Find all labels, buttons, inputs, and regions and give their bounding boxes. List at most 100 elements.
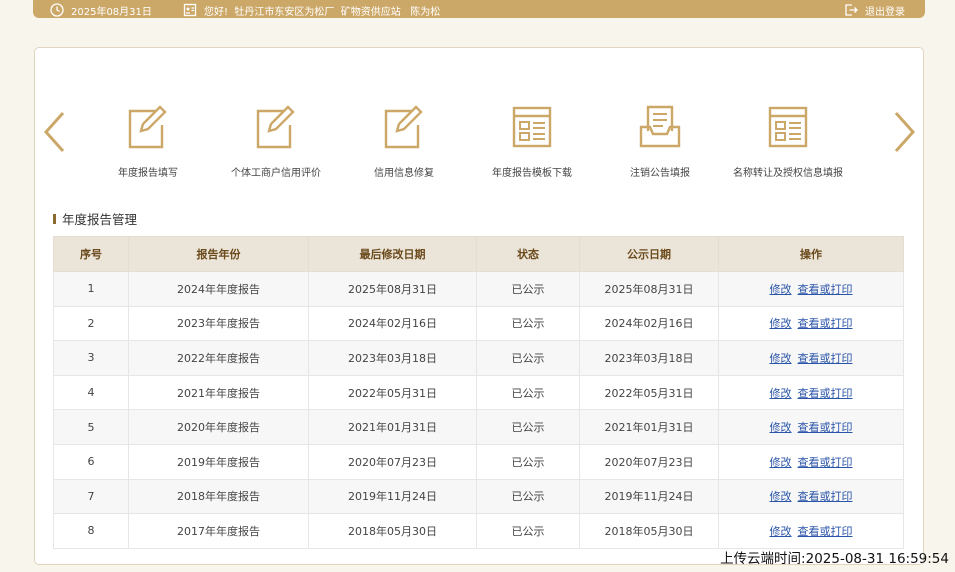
carousel-prev-icon[interactable]	[42, 110, 68, 154]
carousel-next-icon[interactable]	[891, 110, 917, 154]
cell-actions: 修改 查看或打印	[718, 478, 904, 515]
edit-link[interactable]: 修改	[770, 421, 792, 434]
view-print-link[interactable]: 查看或打印	[798, 456, 853, 469]
edit-link[interactable]: 修改	[770, 283, 792, 296]
cell-status: 已公示	[476, 340, 580, 376]
col-header-published: 公示日期	[579, 236, 719, 272]
cell-year: 2019年年度报告	[128, 443, 309, 480]
logout-label: 退出登录	[865, 6, 905, 18]
cell-modified: 2022年05月31日	[308, 374, 477, 411]
table-row: 8 2017年年度报告 2018年05月30日 已公示 2018年05月30日 …	[53, 513, 904, 549]
section-title: 年度报告管理	[53, 209, 137, 228]
table-row: 7 2018年年度报告 2019年11月24日 已公示 2019年11月24日 …	[53, 478, 904, 515]
cell-published: 2018年05月30日	[579, 513, 719, 549]
view-print-link[interactable]: 查看或打印	[798, 490, 853, 503]
cell-no: 6	[53, 443, 129, 480]
cell-modified: 2021年01月31日	[308, 409, 477, 445]
edit-document-icon	[256, 105, 295, 149]
table-header-row: 序号 报告年份 最后修改日期 状态 公示日期 操作	[53, 236, 904, 272]
id-card-icon	[183, 3, 197, 17]
cell-published: 2021年01月31日	[579, 409, 719, 445]
cell-status: 已公示	[476, 305, 580, 342]
edit-link[interactable]: 修改	[770, 525, 792, 538]
cell-year: 2022年年度报告	[128, 340, 309, 376]
cell-no: 7	[53, 478, 129, 515]
cell-no: 3	[53, 340, 129, 376]
table-row: 4 2021年年度报告 2022年05月31日 已公示 2022年05月31日 …	[53, 374, 904, 411]
cell-actions: 修改 查看或打印	[718, 305, 904, 342]
cell-status: 已公示	[476, 443, 580, 480]
cell-no: 1	[53, 271, 129, 307]
edit-document-icon	[384, 105, 423, 149]
view-print-link[interactable]: 查看或打印	[798, 317, 853, 330]
edit-document-icon	[128, 105, 167, 149]
cell-no: 8	[53, 513, 129, 549]
cell-actions: 修改 查看或打印	[718, 409, 904, 445]
table-row: 5 2020年年度报告 2021年01月31日 已公示 2021年01月31日 …	[53, 409, 904, 445]
cell-published: 2019年11月24日	[579, 478, 719, 515]
cell-published: 2023年03月18日	[579, 340, 719, 376]
edit-link[interactable]: 修改	[770, 490, 792, 503]
col-header-modified: 最后修改日期	[308, 236, 477, 272]
date-text: 2025年08月31日	[71, 6, 152, 18]
cell-published: 2020年07月23日	[579, 443, 719, 480]
func-credit-repair[interactable]: 信用信息修复	[334, 103, 474, 179]
top-bar: 2025年08月31日 您好! 牡丹江市东安区为松厂 矿物资供应站 陈为松 退出…	[33, 0, 925, 18]
section-marker	[53, 213, 56, 224]
table-row: 2 2023年年度报告 2024年02月16日 已公示 2024年02月16日 …	[53, 305, 904, 342]
cell-published: 2025年08月31日	[579, 271, 719, 307]
cell-status: 已公示	[476, 513, 580, 549]
cell-published: 2022年05月31日	[579, 374, 719, 411]
table-row: 3 2022年年度报告 2023年03月18日 已公示 2023年03月18日 …	[53, 340, 904, 376]
col-header-actions: 操作	[718, 236, 904, 272]
user-greeting: 您好! 牡丹江市东安区为松厂 矿物资供应站 陈为松	[183, 2, 440, 18]
annual-report-table: 序号 报告年份 最后修改日期 状态 公示日期 操作 1 2024年年度报告 20…	[53, 236, 904, 549]
func-template-download[interactable]: 年度报告模板下载	[462, 103, 602, 179]
cell-year: 2021年年度报告	[128, 374, 309, 411]
template-form-icon	[512, 106, 552, 148]
view-print-link[interactable]: 查看或打印	[798, 387, 853, 400]
edit-link[interactable]: 修改	[770, 387, 792, 400]
func-label: 个体工商户信用评价	[231, 168, 321, 179]
col-header-status: 状态	[476, 236, 580, 272]
date-display: 2025年08月31日	[50, 2, 152, 18]
func-annual-report-fill[interactable]: 年度报告填写	[78, 103, 218, 179]
cell-actions: 修改 查看或打印	[718, 513, 904, 549]
func-name-transfer[interactable]: 名称转让及授权信息填报	[718, 103, 858, 179]
view-print-link[interactable]: 查看或打印	[798, 283, 853, 296]
cell-modified: 2020年07月23日	[308, 443, 477, 480]
func-credit-evaluation[interactable]: 个体工商户信用评价	[206, 103, 346, 179]
logout-button[interactable]: 退出登录	[844, 2, 905, 18]
view-print-link[interactable]: 查看或打印	[798, 352, 853, 365]
logout-icon	[845, 4, 858, 16]
view-print-link[interactable]: 查看或打印	[798, 421, 853, 434]
func-cancellation-notice[interactable]: 注销公告填报	[590, 103, 730, 179]
func-label: 年度报告填写	[118, 168, 178, 179]
cell-status: 已公示	[476, 478, 580, 515]
func-label: 名称转让及授权信息填报	[733, 168, 843, 179]
cell-status: 已公示	[476, 271, 580, 307]
edit-link[interactable]: 修改	[770, 352, 792, 365]
edit-link[interactable]: 修改	[770, 456, 792, 469]
cell-year: 2023年年度报告	[128, 305, 309, 342]
cell-year: 2018年年度报告	[128, 478, 309, 515]
cell-year: 2017年年度报告	[128, 513, 309, 549]
greeting-text: 您好! 牡丹江市东安区为松厂 矿物资供应站 陈为松	[204, 6, 441, 18]
edit-link[interactable]: 修改	[770, 317, 792, 330]
section-title-text: 年度报告管理	[62, 212, 138, 227]
template-form-icon	[768, 106, 808, 148]
view-print-link[interactable]: 查看或打印	[798, 525, 853, 538]
cell-actions: 修改 查看或打印	[718, 443, 904, 480]
col-header-year: 报告年份	[128, 236, 309, 272]
cell-no: 5	[53, 409, 129, 445]
col-header-no: 序号	[53, 236, 129, 272]
cell-modified: 2024年02月16日	[308, 305, 477, 342]
cell-modified: 2023年03月18日	[308, 340, 477, 376]
cell-year: 2024年年度报告	[128, 271, 309, 307]
cell-actions: 修改 查看或打印	[718, 340, 904, 376]
cell-published: 2024年02月16日	[579, 305, 719, 342]
func-label: 信用信息修复	[374, 168, 434, 179]
func-label: 年度报告模板下载	[492, 168, 572, 179]
table-row: 1 2024年年度报告 2025年08月31日 已公示 2025年08月31日 …	[53, 271, 904, 307]
cell-status: 已公示	[476, 374, 580, 411]
